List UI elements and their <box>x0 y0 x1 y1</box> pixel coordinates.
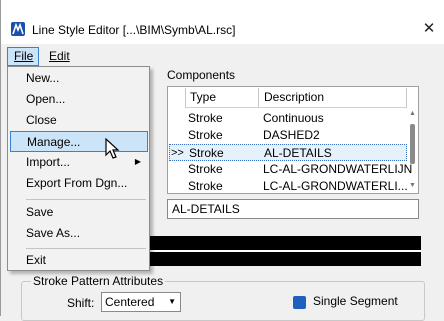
row-type: Stroke <box>188 111 223 125</box>
menu-item-label: Import... <box>26 155 71 169</box>
file-menu-dropdown: New... Open... Close Manage... Import...… <box>7 66 150 271</box>
row-description: DASHED2 <box>263 128 320 142</box>
chevron-down-icon: ▼ <box>168 297 176 306</box>
line-style-editor-window: Line Style Editor [...\BIM\Symb\AL.rsc] … <box>0 0 444 321</box>
close-window-button[interactable]: ✕ <box>415 16 443 42</box>
menu-item-label: Exit <box>26 253 47 267</box>
menu-file[interactable]: File <box>7 47 39 66</box>
menu-item-import[interactable]: Import... ▶ <box>10 152 148 173</box>
menu-item-label: Save <box>26 205 54 219</box>
menu-item-exit[interactable]: Exit <box>10 250 148 271</box>
menu-item-new[interactable]: New... <box>10 68 148 89</box>
row-type: Stroke <box>188 128 223 142</box>
menu-item-manage[interactable]: Manage... <box>10 131 148 152</box>
menu-separator <box>26 248 146 249</box>
menu-item-label: Close <box>26 113 57 127</box>
menu-bar: File Edit <box>1 47 444 67</box>
components-list[interactable]: Type Description Stroke Continuous Strok… <box>167 86 419 194</box>
row-marker: >> <box>171 147 184 159</box>
component-row[interactable]: Stroke LC-AL-GRONDWATERLIJN <box>169 161 412 178</box>
row-description: AL-DETAILS <box>264 146 332 160</box>
scroll-up-arrow-icon[interactable]: ▲ <box>408 110 417 117</box>
column-header-type[interactable]: Type <box>185 88 259 107</box>
shift-select[interactable]: Centered ▼ <box>101 292 181 312</box>
row-description: LC-AL-GRONDWATERLIJN <box>263 162 413 176</box>
component-row[interactable]: Stroke LC-AL-GRONDWATERLI... <box>169 178 408 195</box>
component-row-selected[interactable]: >> Stroke AL-DETAILS <box>169 144 407 161</box>
menu-item-label: Save As... <box>26 226 81 240</box>
row-type: Stroke <box>188 162 223 176</box>
shift-label: Shift: <box>67 296 95 310</box>
component-row[interactable]: Stroke Continuous <box>169 110 407 127</box>
column-header-description[interactable]: Description <box>259 88 407 107</box>
row-type: Stroke <box>188 179 223 193</box>
menu-item-label: Export From Dgn... <box>26 176 128 190</box>
menu-item-close[interactable]: Close <box>10 110 148 131</box>
row-description: LC-AL-GRONDWATERLI... <box>263 179 408 193</box>
single-segment-label: Single Segment <box>313 294 398 308</box>
stroke-pattern-group-label: Stroke Pattern Attributes <box>31 274 166 288</box>
scroll-down-arrow-icon[interactable]: ▼ <box>408 182 417 189</box>
row-type: Stroke <box>189 146 224 160</box>
menu-edit[interactable]: Edit <box>45 48 74 66</box>
menu-item-label: Open... <box>26 92 66 106</box>
menu-item-open[interactable]: Open... <box>10 89 148 110</box>
mouse-pointer-icon <box>105 138 120 159</box>
menu-item-export-from-dgn[interactable]: Export From Dgn... <box>10 173 148 194</box>
menu-file-label: File <box>14 49 34 63</box>
component-row[interactable]: Stroke DASHED2 <box>169 127 407 144</box>
row-description: Continuous <box>263 111 324 125</box>
menu-edit-label: Edit <box>49 49 70 63</box>
shift-select-value: Centered <box>105 295 155 309</box>
menu-item-save[interactable]: Save <box>10 202 148 223</box>
window-title: Line Style Editor [...\BIM\Symb\AL.rsc] <box>32 23 236 37</box>
submenu-arrow-icon: ▶ <box>134 157 141 166</box>
single-segment-checkbox[interactable] <box>293 296 306 309</box>
components-label: Components <box>167 68 236 82</box>
menu-item-label: Manage... <box>27 135 81 149</box>
components-scrollbar[interactable]: ▲ ▼ <box>407 110 418 193</box>
microstation-logo-icon <box>11 22 25 36</box>
title-bar: Line Style Editor [...\BIM\Symb\AL.rsc] … <box>1 0 444 44</box>
menu-separator <box>26 199 146 200</box>
menu-item-label: New... <box>26 71 60 85</box>
components-list-header: Type Description <box>185 88 407 108</box>
scrollbar-thumb[interactable] <box>410 124 415 164</box>
menu-item-save-as[interactable]: Save As... <box>10 223 148 244</box>
component-name-field[interactable]: AL-DETAILS <box>167 199 419 219</box>
